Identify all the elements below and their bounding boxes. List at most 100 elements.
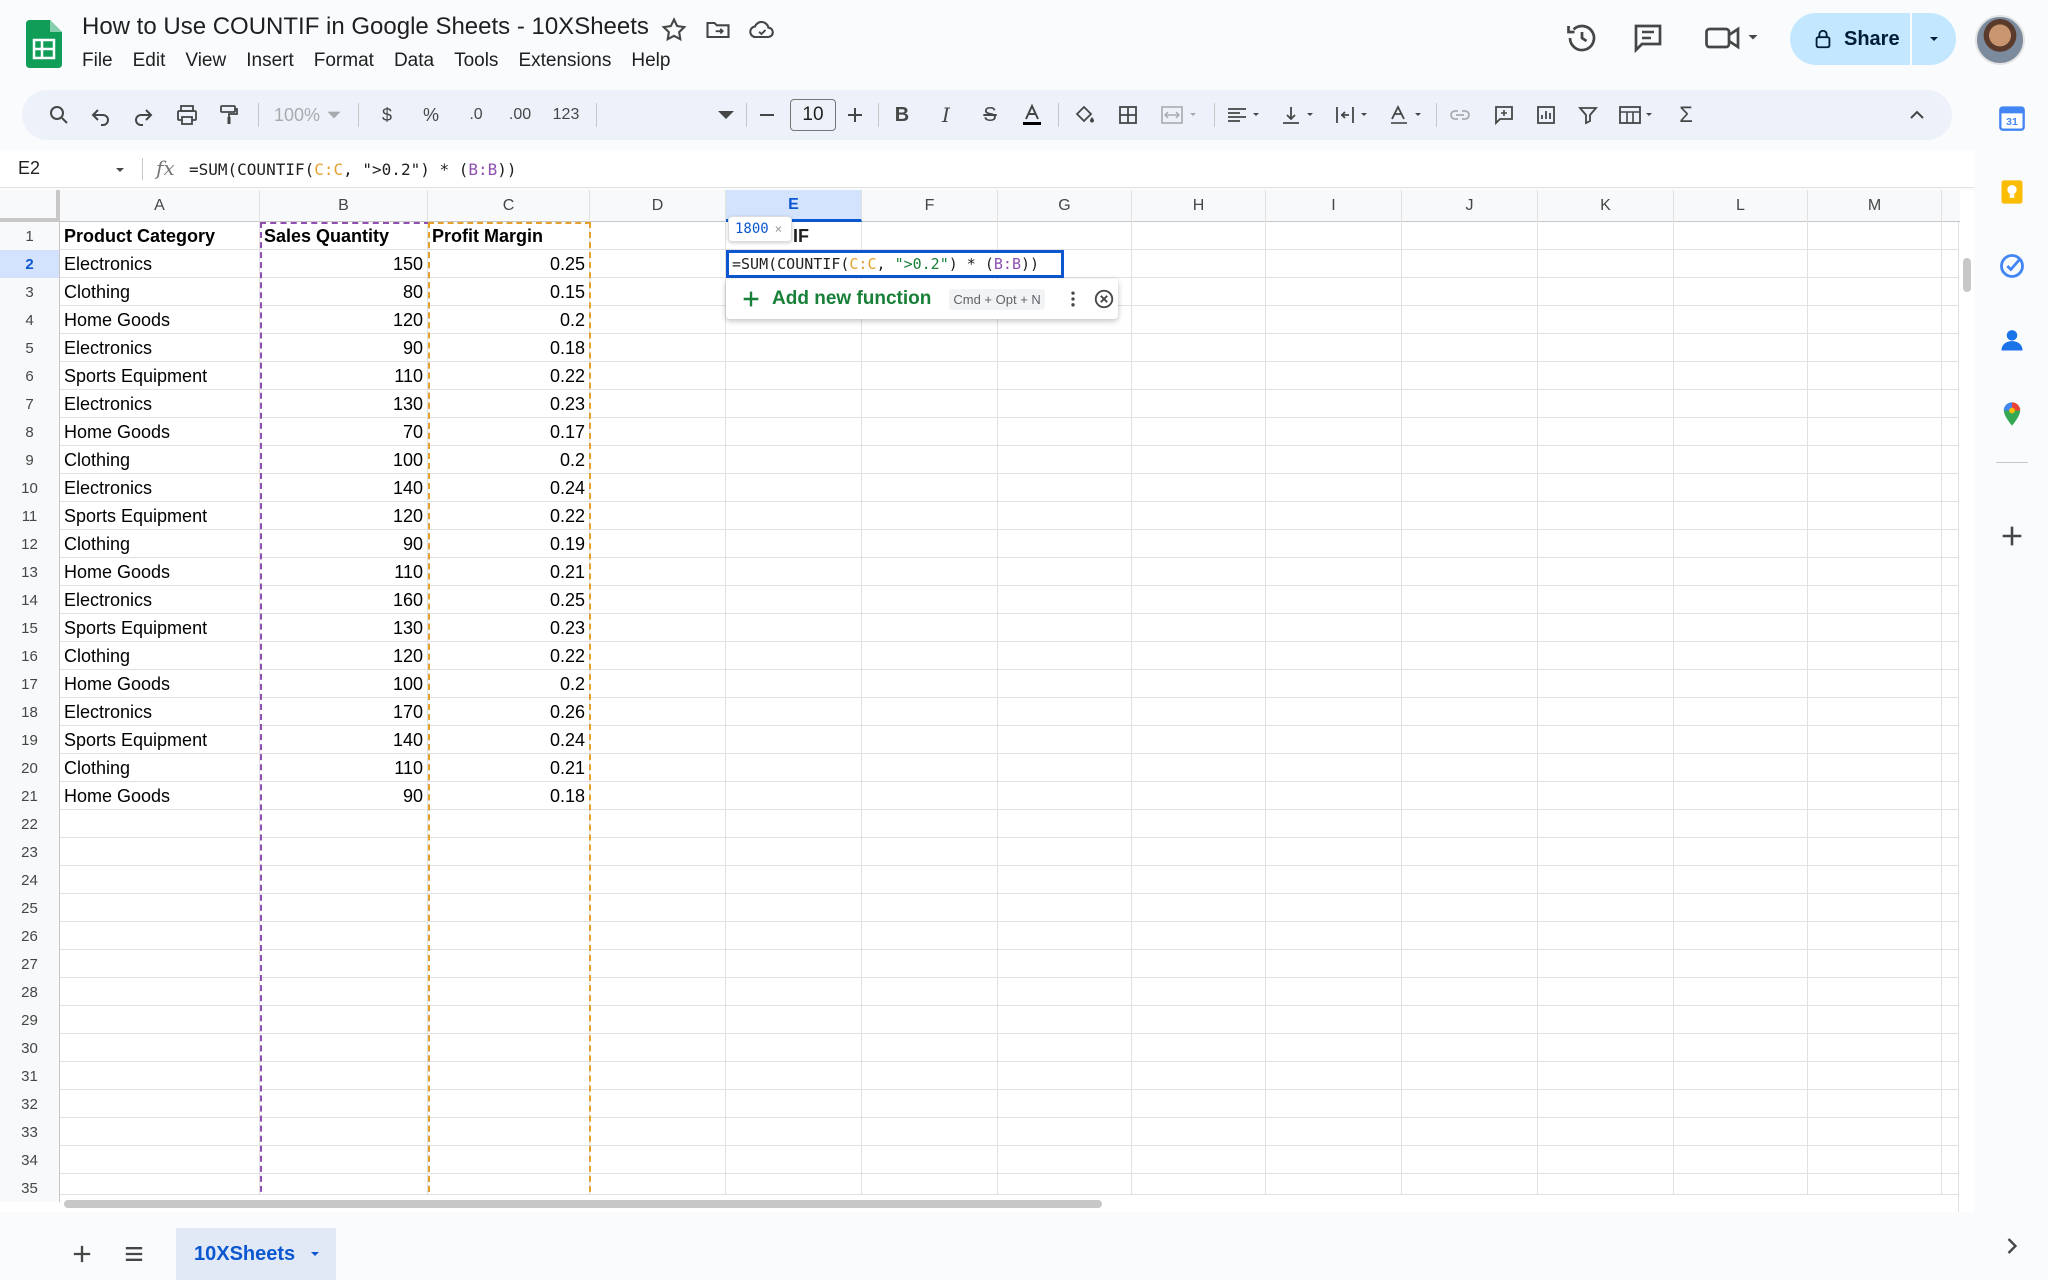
grid-cell[interactable] (862, 390, 998, 418)
grid-cell[interactable] (60, 810, 260, 838)
grid-cell[interactable] (1538, 670, 1674, 698)
row-header[interactable]: 33 (0, 1118, 60, 1146)
grid-cell[interactable] (1808, 222, 1942, 250)
grid-cell[interactable] (1402, 390, 1538, 418)
cell-editor[interactable]: =SUM(COUNTIF(C:C, ">0.2") * (B:B)) (726, 250, 1064, 278)
row-header[interactable]: 26 (0, 922, 60, 950)
merge-icon[interactable] (1152, 90, 1208, 140)
row-header[interactable]: 10 (0, 474, 60, 502)
grid-cell[interactable] (1402, 502, 1538, 530)
row-header[interactable]: 7 (0, 390, 60, 418)
grid-cell[interactable] (862, 586, 998, 614)
grid-cell[interactable] (726, 1090, 862, 1118)
grid-cell[interactable] (726, 754, 862, 782)
grid-cell[interactable] (1266, 586, 1402, 614)
grid-cell[interactable] (998, 558, 1132, 586)
grid-cell[interactable] (1538, 250, 1674, 278)
grid-cell[interactable] (1266, 306, 1402, 334)
column-header-g[interactable]: G (998, 190, 1132, 222)
column-header-d[interactable]: D (590, 190, 726, 222)
grid-cell[interactable] (1808, 586, 1942, 614)
grid-cell[interactable] (1538, 334, 1674, 362)
add-icon[interactable] (1998, 522, 2026, 550)
number-format-button[interactable]: 123 (544, 90, 588, 140)
column-header-l[interactable]: L (1674, 190, 1808, 222)
grid-cell[interactable] (60, 894, 260, 922)
grid-cell[interactable] (1808, 698, 1942, 726)
grid-cell[interactable] (1674, 306, 1808, 334)
row-header[interactable]: 2 (0, 250, 60, 278)
grid-cell[interactable] (60, 1146, 260, 1174)
grid-cell[interactable] (1132, 1034, 1266, 1062)
grid-cell[interactable] (1538, 1090, 1674, 1118)
calendar-icon[interactable]: 31 (1998, 104, 2026, 132)
grid-cell[interactable] (862, 642, 998, 670)
grid-cell[interactable] (1132, 558, 1266, 586)
grid-cell[interactable] (1808, 1006, 1942, 1034)
row-header[interactable]: 27 (0, 950, 60, 978)
grid-cell[interactable] (1402, 922, 1538, 950)
share-dropdown[interactable] (1912, 13, 1956, 65)
grid-cell[interactable] (1674, 950, 1808, 978)
row-header[interactable]: 1 (0, 222, 60, 250)
grid-cell[interactable]: Clothing (60, 446, 260, 474)
grid-cell[interactable] (1674, 838, 1808, 866)
grid-cell[interactable] (998, 222, 1132, 250)
search-icon[interactable] (42, 90, 76, 140)
sheets-logo[interactable] (26, 20, 62, 68)
grid-cell[interactable] (1402, 866, 1538, 894)
grid-cell[interactable] (590, 418, 726, 446)
grid-cell[interactable] (726, 446, 862, 474)
grid-cell[interactable] (1538, 726, 1674, 754)
grid-cell[interactable] (1538, 1118, 1674, 1146)
row-header[interactable]: 15 (0, 614, 60, 642)
grid-cell[interactable] (590, 278, 726, 306)
grid-cell[interactable] (590, 782, 726, 810)
grid-cell[interactable] (590, 726, 726, 754)
grid-cell[interactable] (60, 978, 260, 1006)
grid-cell[interactable] (1402, 250, 1538, 278)
grid-cell[interactable] (60, 838, 260, 866)
grid-cell[interactable] (862, 222, 998, 250)
row-header[interactable]: 22 (0, 810, 60, 838)
grid-cell[interactable] (1266, 698, 1402, 726)
grid-cell[interactable] (862, 978, 998, 1006)
grid-cell[interactable] (590, 922, 726, 950)
name-box[interactable]: E2 (18, 158, 40, 179)
grid-cell[interactable] (590, 1034, 726, 1062)
grid-cell[interactable] (590, 950, 726, 978)
grid-cell[interactable] (998, 866, 1132, 894)
grid-cell[interactable] (1402, 1034, 1538, 1062)
grid-cell[interactable] (998, 950, 1132, 978)
grid-cell[interactable]: Home Goods (60, 558, 260, 586)
grid-cell[interactable] (998, 894, 1132, 922)
grid-cell[interactable] (998, 1118, 1132, 1146)
grid-cell[interactable] (1808, 838, 1942, 866)
row-header[interactable]: 24 (0, 866, 60, 894)
grid-cell[interactable] (1266, 754, 1402, 782)
fill-color-icon[interactable] (1066, 90, 1102, 140)
grid-cell[interactable] (1538, 1006, 1674, 1034)
grid-cell[interactable] (60, 950, 260, 978)
align-icon[interactable] (1220, 90, 1270, 140)
grid-cell[interactable] (1538, 558, 1674, 586)
grid-cell[interactable] (726, 502, 862, 530)
grid-cell[interactable] (1674, 278, 1808, 306)
grid-cell[interactable] (590, 586, 726, 614)
link-icon[interactable] (1442, 90, 1478, 140)
grid-cell[interactable] (1132, 614, 1266, 642)
row-header[interactable]: 13 (0, 558, 60, 586)
grid-cell[interactable] (1538, 642, 1674, 670)
grid-cell[interactable] (590, 334, 726, 362)
redo-icon[interactable] (126, 90, 160, 140)
grid-cell[interactable] (1132, 250, 1266, 278)
grid-cell[interactable] (1808, 754, 1942, 782)
grid-cell[interactable] (590, 222, 726, 250)
grid-cell[interactable] (998, 1062, 1132, 1090)
grid-cell[interactable] (1266, 810, 1402, 838)
grid-cell[interactable] (590, 530, 726, 558)
row-header[interactable]: 17 (0, 670, 60, 698)
grid-cell[interactable] (1808, 726, 1942, 754)
close-icon[interactable]: × (775, 222, 782, 236)
row-header[interactable]: 11 (0, 502, 60, 530)
